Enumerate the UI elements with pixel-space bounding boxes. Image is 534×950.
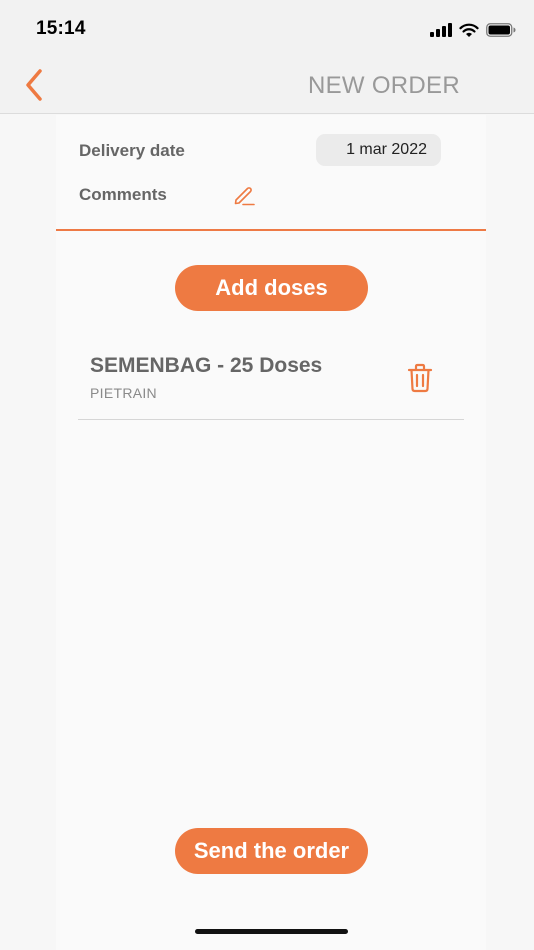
order-form: Delivery date 1 mar 2022 Comments Add do… [56, 115, 486, 950]
top-bar: 15:14 NEW ORDER [0, 0, 534, 114]
wifi-icon [459, 23, 479, 37]
delivery-date-label: Delivery date [79, 141, 185, 160]
section-divider [56, 229, 486, 231]
status-time: 15:14 [36, 18, 86, 39]
status-icons [430, 20, 516, 40]
pencil-icon[interactable] [233, 184, 255, 206]
signal-icon [430, 23, 452, 37]
add-doses-button[interactable]: Add doses [175, 265, 368, 311]
comments-label: Comments [79, 185, 167, 204]
order-item-title: SEMENBAG - 25 Doses [90, 354, 323, 377]
page-title: NEW ORDER [307, 72, 460, 99]
order-item-subtitle: PIETRAIN [90, 385, 157, 401]
order-item: SEMENBAG - 25 Doses PIETRAIN [78, 340, 464, 420]
chevron-left-icon[interactable] [20, 66, 50, 104]
trash-icon[interactable] [407, 363, 433, 393]
send-order-button[interactable]: Send the order [175, 828, 368, 874]
delivery-date-picker[interactable]: 1 mar 2022 [316, 134, 441, 166]
battery-icon [486, 23, 516, 37]
home-indicator[interactable] [195, 929, 348, 934]
